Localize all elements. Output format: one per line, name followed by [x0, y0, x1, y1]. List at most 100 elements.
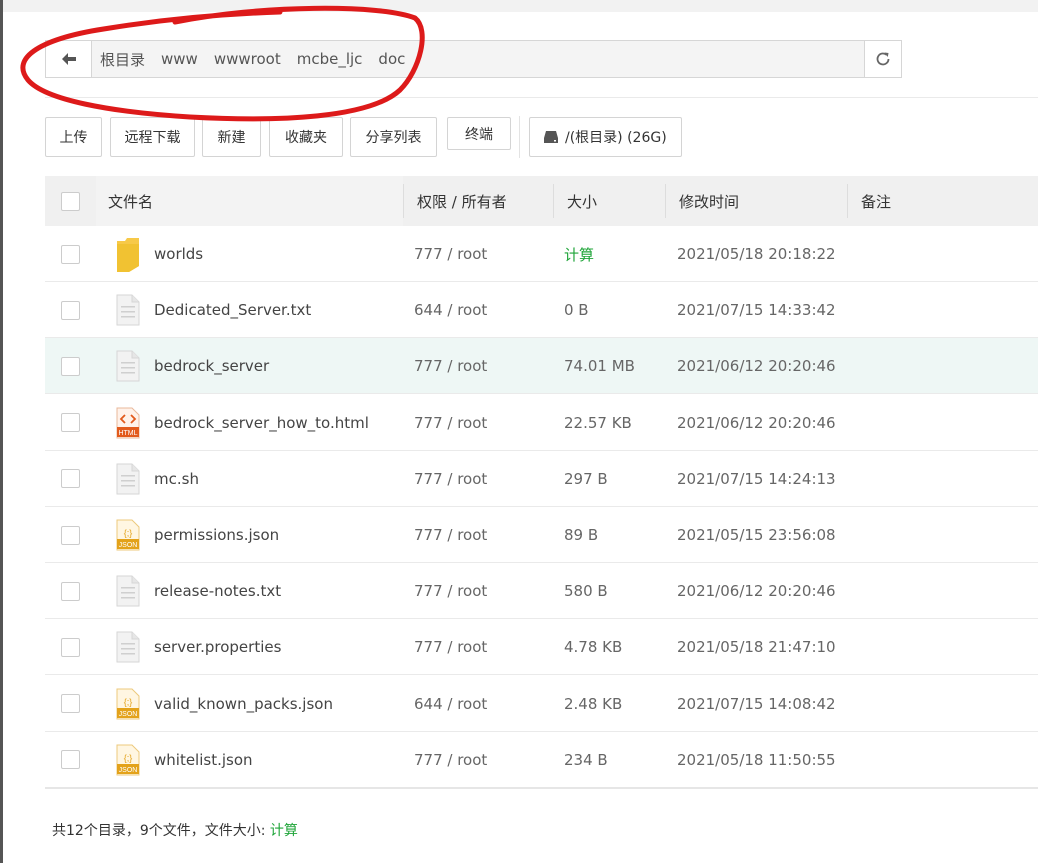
- file-name[interactable]: worlds: [154, 226, 404, 282]
- file-name[interactable]: release-notes.txt: [154, 563, 404, 619]
- file-permission[interactable]: 777 / root: [414, 732, 554, 788]
- breadcrumb-item-root[interactable]: 根目录: [100, 49, 145, 70]
- file-permission[interactable]: 777 / root: [414, 226, 554, 282]
- row-checkbox[interactable]: [61, 300, 80, 320]
- file-permission[interactable]: 777 / root: [414, 338, 554, 394]
- row-checkbox[interactable]: [61, 413, 80, 433]
- share-list-button[interactable]: 分享列表: [350, 117, 437, 157]
- svg-text:HTML: HTML: [118, 430, 137, 437]
- table-row[interactable]: release-notes.txt 777 / root 580 B 2021/06/…: [45, 563, 1038, 620]
- file-size: 4.78 KB: [564, 638, 623, 657]
- svg-text:{;}: {;}: [124, 528, 133, 538]
- row-checkbox[interactable]: [61, 750, 80, 770]
- breadcrumb-item-doc[interactable]: doc: [378, 50, 405, 68]
- svg-text:JSON: JSON: [119, 711, 138, 718]
- file-permission[interactable]: 777 / root: [414, 507, 554, 563]
- toolbar-separator: [519, 116, 520, 158]
- breadcrumb: 根目录 www wwwroot mcbe_ljc doc: [92, 41, 421, 77]
- breadcrumb-item-wwwroot[interactable]: wwwroot: [214, 50, 281, 68]
- file-size: 89 B: [564, 526, 599, 544]
- file-size: 0 B: [564, 301, 589, 320]
- file-modified-time: 2021/07/15 14:08:42: [677, 694, 836, 713]
- calc-size-link[interactable]: 计算: [270, 823, 298, 839]
- breadcrumb-item-mcbe-ljc[interactable]: mcbe_ljc: [297, 50, 363, 68]
- file-name[interactable]: bedrock_server: [154, 338, 404, 394]
- header-permission[interactable]: 权限 / 所有者: [405, 176, 553, 226]
- file-name[interactable]: Dedicated_Server.txt: [154, 282, 404, 338]
- file-size: 580 B: [564, 582, 608, 601]
- refresh-button[interactable]: [864, 40, 902, 78]
- table-row[interactable]: worlds 777 / root 计算 2021/05/18 20:18:22: [45, 226, 1038, 282]
- header-size[interactable]: 大小: [555, 176, 665, 226]
- table-row[interactable]: {;} JSON valid_known_packs.json 644 / root 2…: [45, 676, 1038, 732]
- file-name[interactable]: mc.sh: [154, 451, 404, 507]
- file-permission[interactable]: 644 / root: [414, 676, 554, 732]
- file-size: 297 B: [564, 469, 608, 488]
- table-row[interactable]: HTML bedrock_server_how_to.html 777 / root…: [45, 395, 1038, 451]
- file-permission[interactable]: 644 / root: [414, 282, 554, 338]
- header-name[interactable]: 文件名: [96, 176, 403, 226]
- row-checkbox-cell: [61, 395, 91, 451]
- row-checkbox-cell: [61, 507, 91, 563]
- favorites-button[interactable]: 收藏夹: [269, 117, 343, 157]
- file-name[interactable]: bedrock_server_how_to.html: [154, 395, 404, 451]
- html-file-icon: HTML: [113, 395, 143, 451]
- svg-text:JSON: JSON: [119, 767, 138, 774]
- file-size: 74.01 MB: [564, 357, 635, 376]
- row-checkbox[interactable]: [61, 244, 80, 264]
- row-checkbox-cell: [61, 619, 91, 675]
- file-permission[interactable]: 777 / root: [414, 395, 554, 451]
- disk-label: /(根目录) (26G): [565, 130, 667, 146]
- file-name[interactable]: whitelist.json: [154, 732, 404, 788]
- folder-icon: [113, 226, 143, 282]
- file-modified-time: 2021/05/18 11:50:55: [677, 750, 836, 769]
- row-checkbox[interactable]: [61, 581, 80, 601]
- breadcrumb-item-www[interactable]: www: [161, 50, 198, 68]
- divider: [45, 97, 1038, 98]
- file-size: 22.57 KB: [564, 413, 632, 432]
- upload-button[interactable]: 上传: [45, 117, 102, 157]
- table-row[interactable]: Dedicated_Server.txt 644 / root 0 B 2021/07…: [45, 282, 1038, 339]
- file-permission[interactable]: 777 / root: [414, 619, 554, 675]
- table-footer-rule: [45, 787, 1038, 789]
- file-permission[interactable]: 777 / root: [414, 563, 554, 619]
- remote-download-button[interactable]: 远程下载: [110, 117, 195, 157]
- disk-button[interactable]: /(根目录) (26G): [529, 117, 682, 157]
- new-button[interactable]: 新建: [202, 117, 261, 157]
- file-modified-time: 2021/07/15 14:33:42: [677, 301, 836, 320]
- back-button[interactable]: [46, 41, 92, 77]
- row-checkbox-cell: [61, 451, 91, 507]
- file-modified-time: 2021/05/15 23:56:08: [677, 526, 836, 544]
- file-modified-time: 2021/06/12 20:20:46: [677, 357, 836, 376]
- svg-text:JSON: JSON: [119, 542, 138, 549]
- header-modified[interactable]: 修改时间: [667, 176, 847, 226]
- file-name[interactable]: permissions.json: [154, 507, 404, 563]
- table-row[interactable]: {;} JSON permissions.json 777 / root 89 B 202…: [45, 507, 1038, 563]
- row-checkbox[interactable]: [61, 694, 80, 714]
- svg-text:{;}: {;}: [124, 753, 133, 763]
- file-modified-time: 2021/05/18 20:18:22: [677, 245, 836, 263]
- row-checkbox[interactable]: [61, 525, 80, 545]
- row-checkbox[interactable]: [61, 469, 80, 489]
- table-row[interactable]: server.properties 777 / root 4.78 KB 2021/0…: [45, 619, 1038, 676]
- file-name[interactable]: valid_known_packs.json: [154, 676, 404, 732]
- row-checkbox[interactable]: [61, 356, 80, 376]
- table-row[interactable]: mc.sh 777 / root 297 B 2021/07/15 14:24:13: [45, 451, 1038, 507]
- table-row[interactable]: bedrock_server 777 / root 74.01 MB 2021/06/…: [45, 338, 1038, 395]
- table-header: 文件名 权限 / 所有者 大小 修改时间 备注: [45, 176, 1038, 226]
- select-all-checkbox[interactable]: [61, 191, 80, 211]
- row-checkbox-cell: [61, 563, 91, 619]
- file-name[interactable]: server.properties: [154, 619, 404, 675]
- file-size[interactable]: 计算: [564, 226, 664, 282]
- header-separator: [403, 184, 404, 218]
- row-checkbox-cell: [61, 732, 91, 788]
- table-row[interactable]: {;} JSON whitelist.json 777 / root 234 B 2021…: [45, 732, 1038, 788]
- file-modified-time: 2021/05/18 21:47:10: [677, 638, 836, 657]
- text-file-icon: [113, 282, 143, 338]
- refresh-icon: [876, 52, 890, 66]
- terminal-button[interactable]: 终端: [447, 117, 511, 150]
- row-checkbox[interactable]: [61, 637, 80, 657]
- svg-text:{;}: {;}: [124, 697, 133, 707]
- header-note: 备注: [861, 192, 892, 211]
- file-permission[interactable]: 777 / root: [414, 451, 554, 507]
